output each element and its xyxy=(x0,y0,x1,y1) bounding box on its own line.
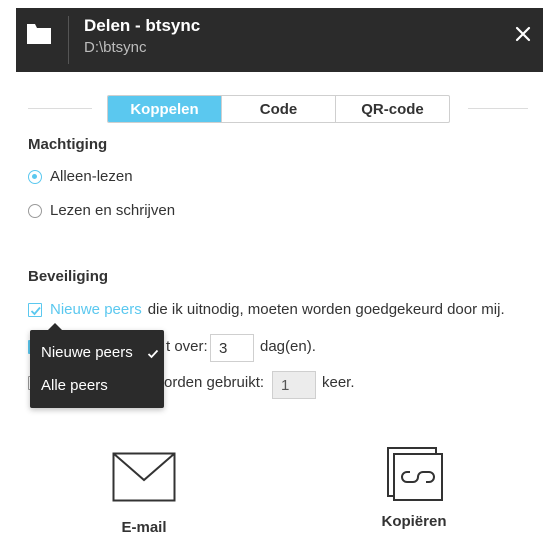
tab-bar: Koppelen Code QR-code xyxy=(107,95,450,123)
checkmark-icon xyxy=(147,347,159,359)
security-heading: Beveiliging xyxy=(28,268,109,285)
tab-code[interactable]: Code xyxy=(221,96,335,122)
copy-label: Kopiëren xyxy=(381,513,447,530)
radio-read-write-indicator[interactable] xyxy=(28,203,42,218)
email-label: E-mail xyxy=(121,519,167,536)
uses-text: orden gebruikt: xyxy=(164,374,265,391)
radio-read-write-label: Lezen en schrijven xyxy=(50,202,176,219)
copy-link-icon xyxy=(384,446,444,507)
tabs-divider-left xyxy=(28,108,92,109)
folder-path: D:\btsync xyxy=(84,39,147,56)
envelope-icon xyxy=(112,452,176,507)
radio-read-only-indicator[interactable] xyxy=(28,169,42,184)
folder-icon xyxy=(27,24,51,44)
uses-unit: keer. xyxy=(322,374,355,391)
tab-qr-code[interactable]: QR-code xyxy=(335,96,449,122)
approve-peers-row: Nieuwe peers die ik uitnodig, moeten wor… xyxy=(28,301,505,318)
menu-option-new-peers[interactable]: Nieuwe peers xyxy=(41,344,133,361)
tab-koppelen[interactable]: Koppelen xyxy=(108,96,221,122)
approve-peers-text: die ik uitnodig, moeten worden goedgekeu… xyxy=(147,301,505,318)
copy-button[interactable]: Kopiëren xyxy=(374,446,454,530)
radio-read-only[interactable]: Alleen-lezen xyxy=(28,168,133,185)
expiry-unit: dag(en). xyxy=(260,338,316,355)
peers-dropdown-trigger[interactable]: Nieuwe peers xyxy=(50,301,142,318)
permission-heading: Machtiging xyxy=(28,136,108,153)
expiry-days-input[interactable]: 3 xyxy=(210,334,254,362)
menu-option-all-peers[interactable]: Alle peers xyxy=(41,377,108,394)
close-icon[interactable] xyxy=(511,22,535,46)
peers-dropdown-menu: Nieuwe peers Alle peers xyxy=(30,323,164,408)
radio-read-only-label: Alleen-lezen xyxy=(50,168,133,185)
dialog-header: Delen - btsync D:\btsync xyxy=(16,8,543,72)
header-divider xyxy=(68,16,69,64)
tabs-divider-right xyxy=(468,108,528,109)
dialog-title: Delen - btsync xyxy=(84,16,201,35)
email-button[interactable]: E-mail xyxy=(104,452,184,536)
radio-read-write[interactable]: Lezen en schrijven xyxy=(28,202,175,219)
share-dialog: Delen - btsync D:\btsync Koppelen Code Q… xyxy=(0,0,543,541)
approve-peers-checkbox[interactable] xyxy=(28,302,42,317)
expiry-text: t over: xyxy=(166,338,208,355)
uses-count-input[interactable]: 1 xyxy=(272,371,316,399)
